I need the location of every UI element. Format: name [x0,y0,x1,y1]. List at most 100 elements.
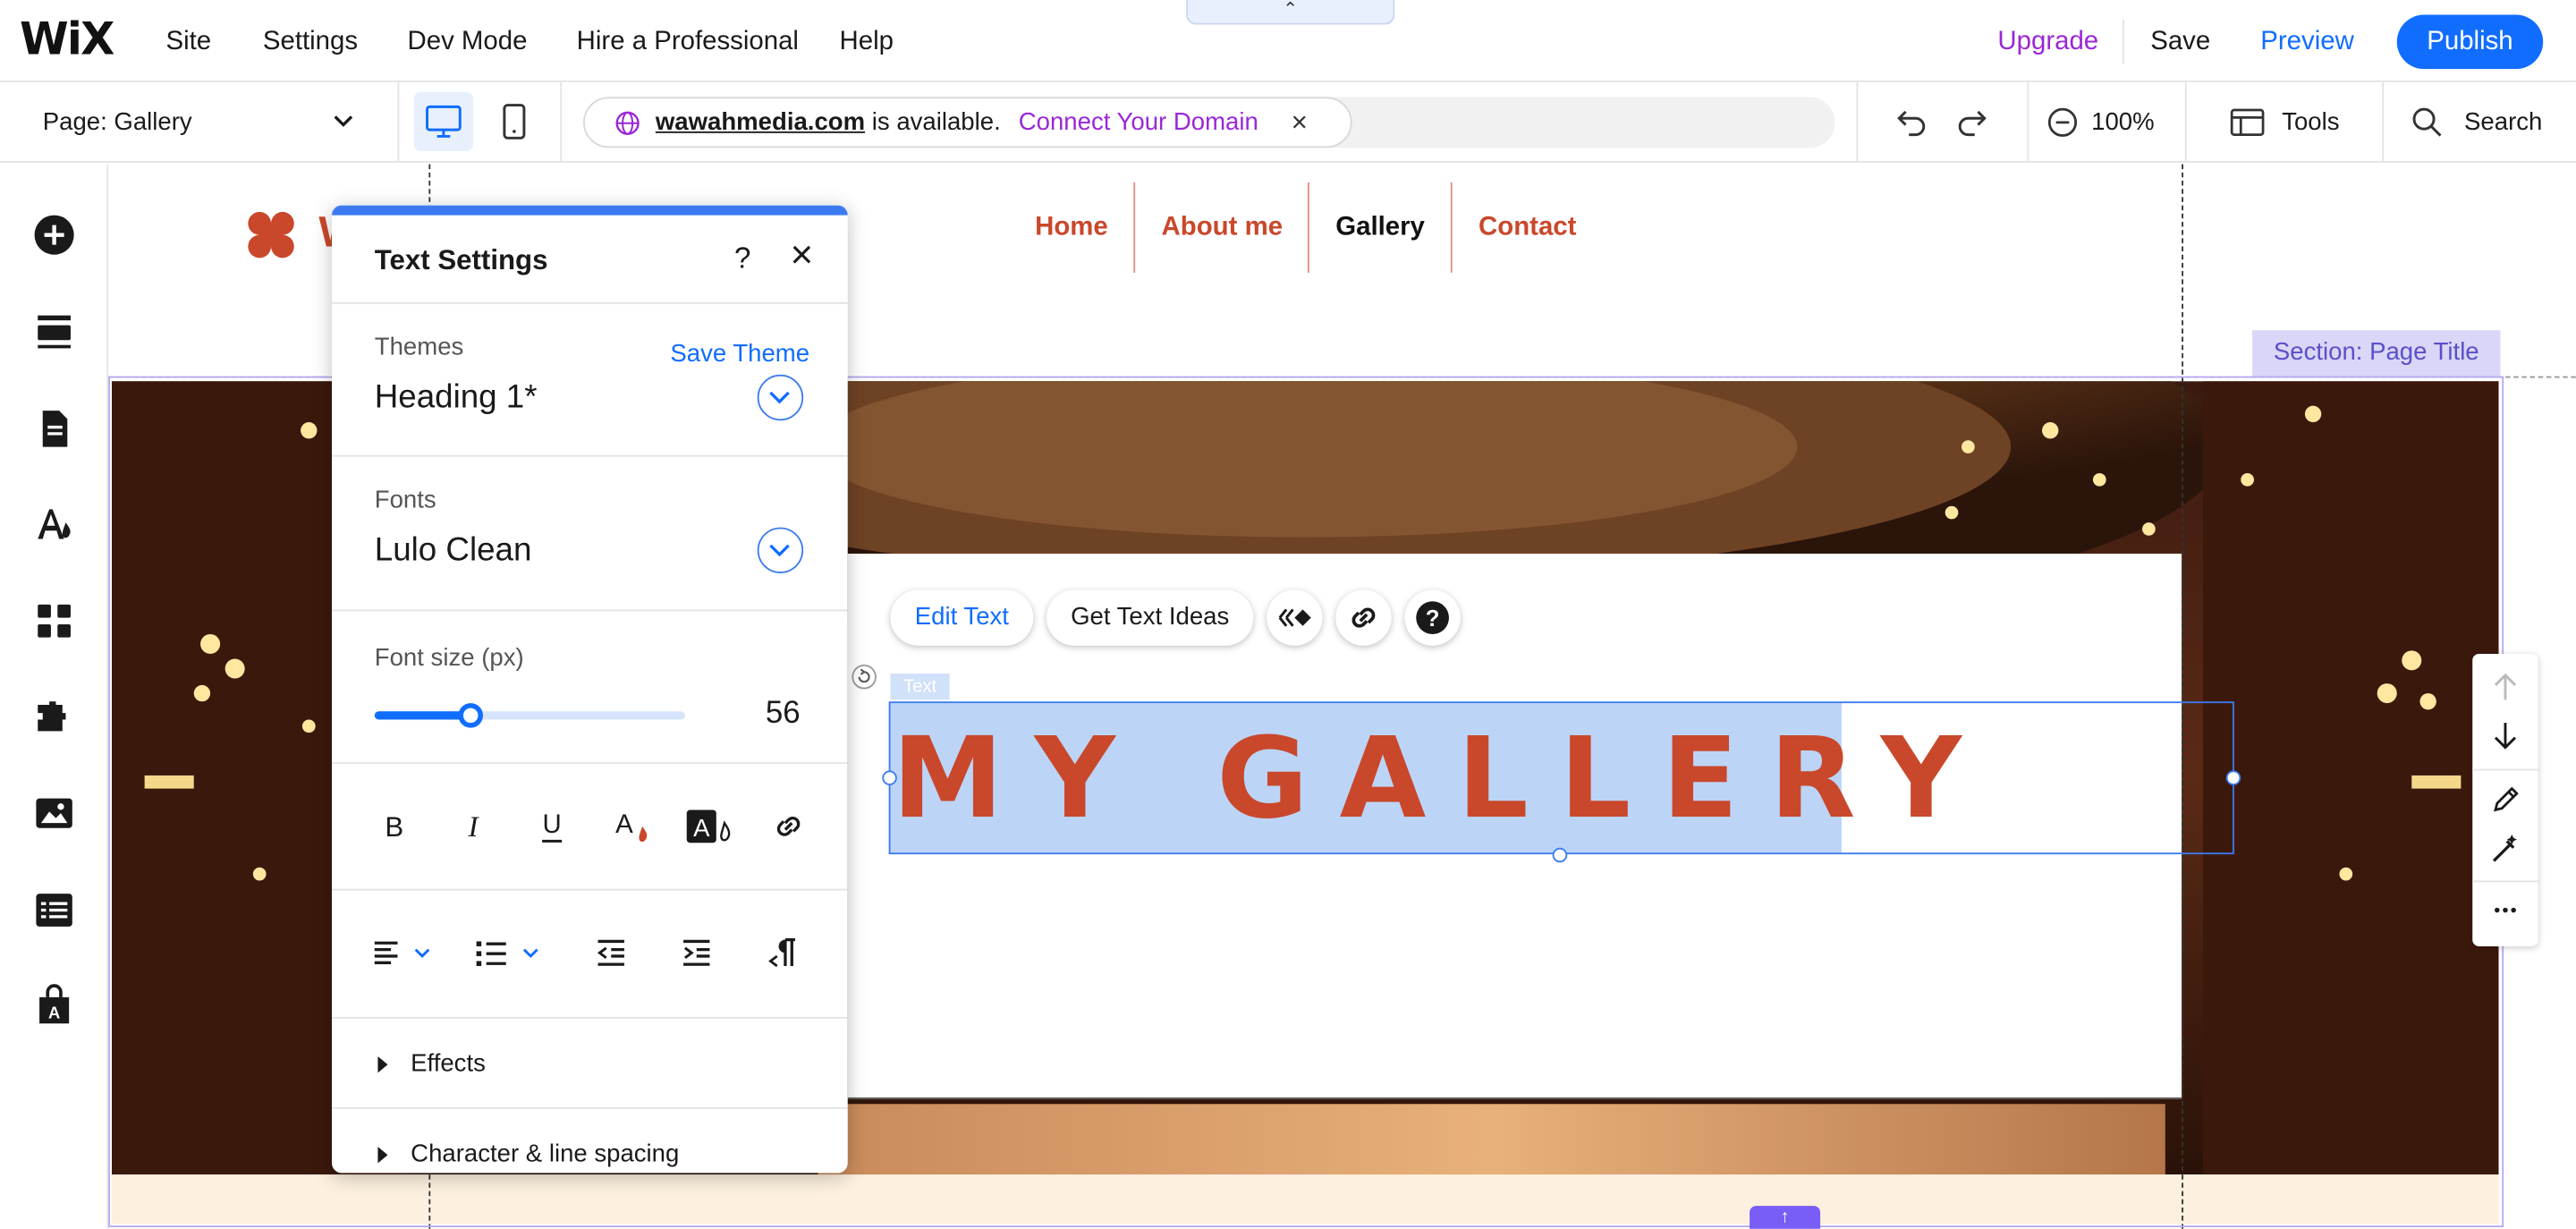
decrease-indent-icon[interactable] [591,933,631,972]
zoom-out-icon[interactable] [2047,106,2079,138]
site-logo-icon[interactable] [247,210,296,259]
cms-icon[interactable] [33,889,76,932]
search-button[interactable]: Search [2464,108,2542,136]
font-size-slider-track[interactable] [374,703,685,728]
panel-drag-bar[interactable] [332,205,848,216]
edit-text-button[interactable]: Edit Text [890,589,1034,646]
text-color-icon[interactable]: A [608,803,654,849]
search-icon[interactable] [2411,106,2443,138]
page-selector[interactable]: Page: Gallery [43,108,192,136]
bold-icon[interactable]: B [375,807,414,846]
pages-icon[interactable] [33,408,76,451]
connect-domain-link[interactable]: Connect Your Domain [1019,108,1258,136]
domain-name-link[interactable]: wawahmedia.com [656,108,865,136]
menu-help[interactable]: Help [840,28,894,57]
site-nav-home[interactable]: Home [1035,214,1108,243]
panel-help-icon[interactable]: ? [734,242,750,276]
zoom-level[interactable]: 100% [2091,108,2154,136]
resize-handle-left[interactable] [882,770,897,785]
business-tools-icon[interactable] [33,697,76,740]
panel-close-icon[interactable]: × [790,234,813,278]
panel-title: Text Settings [374,244,548,276]
move-up-icon[interactable] [2490,670,2520,703]
menu-hire-professional[interactable]: Hire a Professional [577,28,799,57]
divider [332,762,848,765]
globe-icon [615,111,640,135]
get-text-ideas-button[interactable]: Get Text Ideas [1046,589,1254,646]
tools-icon[interactable] [2229,106,2265,138]
page-prefix: Page: [42,108,114,137]
divider [332,888,848,891]
link-icon[interactable] [769,807,809,846]
site-nav-about[interactable]: About me [1162,214,1284,243]
redo-icon[interactable] [1953,106,1989,139]
resize-handle-bottom[interactable] [1552,847,1568,863]
link-button[interactable] [1335,589,1392,646]
section-label[interactable]: Section: Page Title [2252,330,2501,377]
preview-button[interactable]: Preview [2260,28,2354,57]
pencil-icon[interactable] [2490,785,2520,815]
section-move-handle[interactable]: ↑ [1750,1206,1821,1229]
underline-icon[interactable]: U [532,807,572,846]
character-spacing-section-toggle[interactable]: Character & line spacing [411,1140,679,1168]
theme-dropdown-button[interactable] [757,374,804,421]
add-apps-icon[interactable] [33,599,76,642]
align-left-icon[interactable] [371,933,436,972]
bullet-list-icon[interactable] [473,933,546,972]
app-market-icon[interactable]: A [33,984,76,1027]
undo-icon[interactable] [1894,106,1930,139]
save-button[interactable]: Save [2150,28,2210,57]
save-theme-link[interactable]: Save Theme [670,340,809,368]
divider [560,81,563,163]
collapse-topbar-button[interactable]: ⌃ [1186,0,1395,25]
tools-button[interactable]: Tools [2282,108,2339,136]
element-quick-actions [2472,654,2538,946]
effects-section-toggle[interactable]: Effects [411,1050,486,1078]
site-design-icon[interactable] [33,503,76,546]
italic-icon[interactable]: I [453,807,493,846]
animation-button[interactable] [1267,589,1323,646]
caret-right-icon[interactable] [375,1055,391,1074]
top-bar: WiX Site Settings Dev Mode Hire a Profes… [0,0,2576,82]
font-dropdown-value[interactable]: Lulo Clean [375,532,532,570]
font-size-label: Font size (px) [374,643,524,673]
increase-indent-icon[interactable] [677,933,716,972]
chevron-down-icon[interactable] [332,112,355,131]
media-icon[interactable] [33,792,76,835]
menu-dev-mode[interactable]: Dev Mode [408,28,528,57]
site-nav-contact[interactable]: Contact [1479,214,1576,243]
chevron-down-icon [769,544,790,557]
add-elements-icon[interactable] [33,214,76,257]
menu-site[interactable]: Site [166,28,212,57]
font-dropdown-button[interactable] [757,527,804,574]
menu-settings[interactable]: Settings [263,28,358,57]
mobile-icon[interactable] [499,104,529,140]
caret-right-icon[interactable] [375,1145,391,1165]
upgrade-link[interactable]: Upgrade [1997,28,2098,57]
themes-label: Themes [374,333,464,362]
text-direction-icon[interactable] [762,933,801,972]
selected-text-element[interactable] [888,701,2234,855]
add-section-icon[interactable] [33,310,76,353]
close-domain-banner-icon[interactable]: × [1292,106,1308,140]
font-size-value[interactable]: 56 [766,697,801,733]
help-icon: ? [1416,601,1449,634]
nav-divider [1308,182,1309,273]
magic-wand-icon[interactable] [2489,831,2522,864]
resize-handle-right[interactable] [2225,770,2241,785]
divider [332,301,848,304]
theme-dropdown-value[interactable]: Heading 1* [375,379,538,417]
more-options-icon[interactable] [2492,903,2518,917]
font-size-slider-thumb[interactable] [458,703,483,728]
help-button[interactable]: ? [1404,589,1461,646]
wix-logo[interactable]: WiX [20,15,114,66]
desktop-view-button[interactable] [413,91,473,151]
rotate-handle-icon[interactable] [851,664,877,690]
site-nav-gallery[interactable]: Gallery [1335,214,1425,243]
divider [332,454,848,457]
move-down-icon[interactable] [2490,719,2520,752]
domain-available-text: is available. [865,108,1001,137]
highlight-color-icon[interactable]: A [683,803,736,849]
publish-button[interactable]: Publish [2396,14,2544,70]
divider [2027,81,2029,163]
